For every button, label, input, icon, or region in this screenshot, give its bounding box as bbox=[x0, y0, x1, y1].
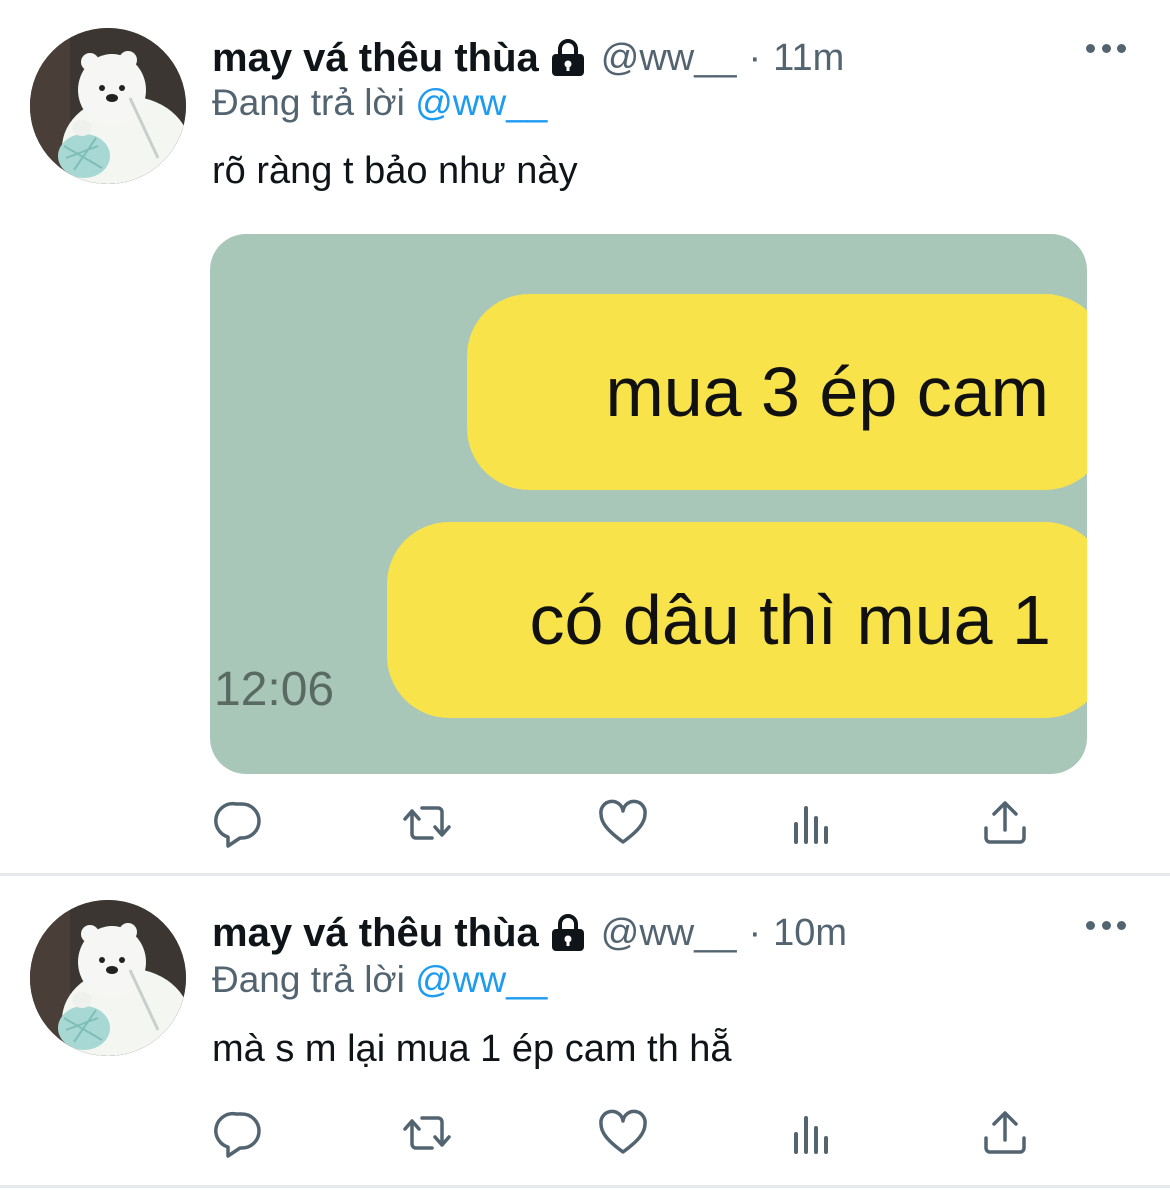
tweet-actions bbox=[212, 1108, 1042, 1164]
like-button[interactable] bbox=[598, 798, 648, 848]
tweet-header: may vá thêu thùa @ww__ · 10m bbox=[212, 905, 847, 961]
retweet-button[interactable] bbox=[402, 1108, 452, 1158]
tweet-media-image[interactable]: mua 3 ép cam có dâu thì mua 1 12:06 bbox=[210, 234, 1087, 774]
like-icon bbox=[599, 799, 647, 844]
views-button[interactable] bbox=[788, 798, 838, 848]
bear-avatar-image bbox=[30, 900, 186, 1056]
tweet[interactable]: may vá thêu thùa @ww__ · 11m Đang trả lờ… bbox=[0, 0, 1170, 873]
views-icon bbox=[794, 806, 828, 844]
replying-prefix: Đang trả lời bbox=[212, 82, 405, 123]
share-icon bbox=[984, 801, 1026, 844]
reply-icon bbox=[214, 801, 261, 848]
share-button[interactable] bbox=[980, 1108, 1030, 1158]
like-icon bbox=[599, 1109, 647, 1154]
tweet-time[interactable]: 11m bbox=[773, 37, 844, 80]
author-handle[interactable]: @ww__ bbox=[601, 912, 737, 955]
bear-avatar-image bbox=[30, 28, 186, 184]
avatar[interactable] bbox=[30, 28, 186, 184]
lock-icon bbox=[549, 913, 587, 953]
tweet-header: may vá thêu thùa @ww__ · 11m bbox=[212, 30, 844, 86]
tweet-text: rõ ràng t bảo như này bbox=[212, 150, 578, 192]
reply-icon bbox=[214, 1111, 261, 1158]
separator-dot: · bbox=[748, 36, 762, 79]
avatar[interactable] bbox=[30, 900, 186, 1056]
author-name[interactable]: may vá thêu thùa bbox=[212, 36, 539, 81]
more-icon[interactable] bbox=[1086, 44, 1126, 56]
author-handle[interactable]: @ww__ bbox=[601, 37, 737, 80]
replying-mention[interactable]: @ww__ bbox=[415, 82, 547, 123]
reply-button[interactable] bbox=[214, 1108, 264, 1158]
more-icon[interactable] bbox=[1086, 921, 1126, 933]
views-icon bbox=[794, 1116, 828, 1154]
reply-button[interactable] bbox=[214, 798, 264, 848]
tweet[interactable]: may vá thêu thùa @ww__ · 10m Đang trả lờ… bbox=[0, 876, 1170, 1182]
chat-timestamp: 12:06 bbox=[214, 663, 335, 716]
tweet-text: mà s m lại mua 1 ép cam th hẵ bbox=[212, 1028, 732, 1070]
chat-bubble: mua 3 ép cam bbox=[467, 294, 1087, 490]
share-button[interactable] bbox=[980, 798, 1030, 848]
replying-to: Đang trả lời @ww__ bbox=[212, 959, 547, 1001]
share-icon bbox=[984, 1111, 1026, 1154]
retweet-icon bbox=[403, 1116, 451, 1150]
chat-bubble-text: có dâu thì mua 1 bbox=[529, 581, 1051, 659]
replying-mention[interactable]: @ww__ bbox=[415, 959, 547, 1000]
tweet-divider bbox=[0, 1185, 1170, 1188]
lock-icon bbox=[549, 38, 587, 78]
replying-to: Đang trả lời @ww__ bbox=[212, 82, 547, 124]
replying-prefix: Đang trả lời bbox=[212, 959, 405, 1000]
chat-bubble: có dâu thì mua 1 bbox=[387, 522, 1087, 718]
views-button[interactable] bbox=[788, 1108, 838, 1158]
retweet-button[interactable] bbox=[402, 798, 452, 848]
tweet-time[interactable]: 10m bbox=[773, 912, 847, 955]
author-name[interactable]: may vá thêu thùa bbox=[212, 911, 539, 956]
like-button[interactable] bbox=[598, 1108, 648, 1158]
chat-bubble-text: mua 3 ép cam bbox=[605, 353, 1049, 431]
retweet-icon bbox=[403, 806, 451, 840]
separator-dot: · bbox=[748, 911, 762, 954]
tweet-actions bbox=[212, 798, 1042, 854]
